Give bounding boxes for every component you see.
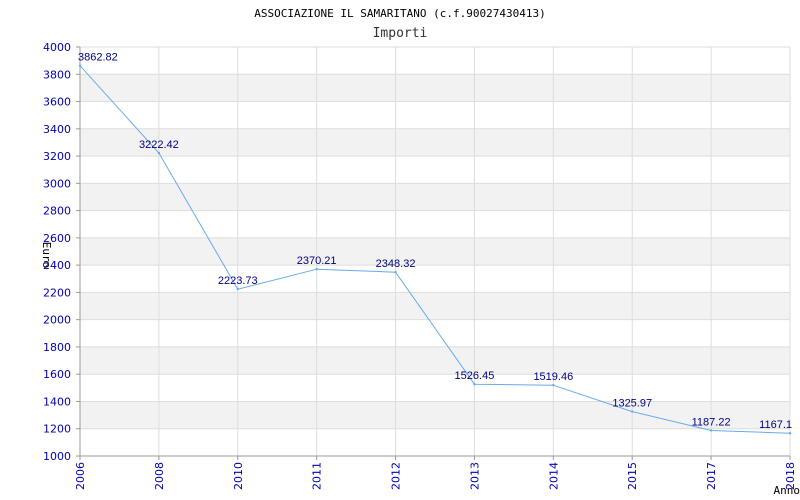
- x-tick-label: 2011: [311, 462, 324, 490]
- y-tick-label: 1200: [43, 423, 71, 436]
- x-tick-label: 2008: [153, 462, 166, 490]
- y-tick-label: 3800: [43, 68, 71, 81]
- x-tick-label: 2006: [74, 462, 87, 490]
- data-point: [315, 267, 318, 271]
- data-label: 1519.46: [533, 371, 573, 383]
- y-tick-label: 3600: [43, 96, 71, 109]
- data-point: [78, 64, 82, 67]
- x-axis-title: Anno: [774, 484, 800, 497]
- grid-band: [80, 346, 790, 375]
- data-point: [709, 429, 713, 432]
- y-tick-label: 1400: [43, 395, 71, 408]
- data-point: [473, 383, 476, 386]
- y-tick-label: 2200: [43, 286, 71, 299]
- y-tick-label: 1800: [43, 341, 71, 354]
- data-point: [236, 287, 239, 291]
- chart-subtitle: Importi: [373, 26, 428, 41]
- data-point: [394, 270, 397, 274]
- x-tick-label: 2013: [468, 462, 481, 490]
- y-axis-title: Euro: [40, 242, 53, 269]
- data-point: [788, 432, 792, 435]
- y-tick-label: 1600: [43, 368, 71, 381]
- x-tick-label: 2014: [547, 462, 560, 490]
- y-tick-label: 1000: [43, 450, 71, 463]
- y-tick-label: 3200: [43, 150, 71, 163]
- grid-bands: [80, 74, 790, 429]
- data-label: 1187.22: [692, 416, 731, 428]
- y-tick-label: 2000: [43, 314, 71, 327]
- y-tick-label: 2800: [43, 205, 71, 218]
- grid-band: [80, 292, 790, 320]
- data-point: [157, 151, 161, 155]
- line-chart: ASSOCIAZIONE IL SAMARITANO (c.f.90027430…: [40, 7, 800, 497]
- data-label: 3862.82: [78, 52, 118, 64]
- x-axis-ticks: 2006 2008 2010 2011 2012 2013 2014 2015 2017 2018: [74, 456, 797, 490]
- y-tick-label: 3400: [43, 123, 71, 136]
- grid-band: [80, 401, 790, 429]
- grid-band: [80, 183, 790, 211]
- y-tick-label: 4000: [43, 41, 71, 54]
- x-tick-label: 2010: [232, 462, 245, 490]
- data-label: 3222.42: [139, 139, 179, 151]
- data-label: 1325.97: [612, 398, 652, 410]
- grid-band: [80, 128, 790, 157]
- chart-title: ASSOCIAZIONE IL SAMARITANO (c.f.90027430…: [254, 7, 545, 20]
- data-label: 2223.73: [218, 275, 258, 287]
- data-label: 2370.21: [297, 255, 337, 267]
- data-point: [631, 410, 634, 413]
- x-tick-label: 2015: [626, 462, 639, 490]
- data-label: 1167.1: [759, 419, 792, 431]
- data-point: [552, 383, 555, 387]
- grid-band: [80, 74, 790, 102]
- y-tick-label: 3000: [43, 177, 71, 190]
- data-label: 1526.45: [455, 370, 495, 382]
- grid-band: [80, 237, 790, 266]
- x-tick-label: 2017: [705, 462, 718, 490]
- data-label: 2348.32: [376, 258, 416, 270]
- x-tick-label: 2012: [390, 462, 403, 490]
